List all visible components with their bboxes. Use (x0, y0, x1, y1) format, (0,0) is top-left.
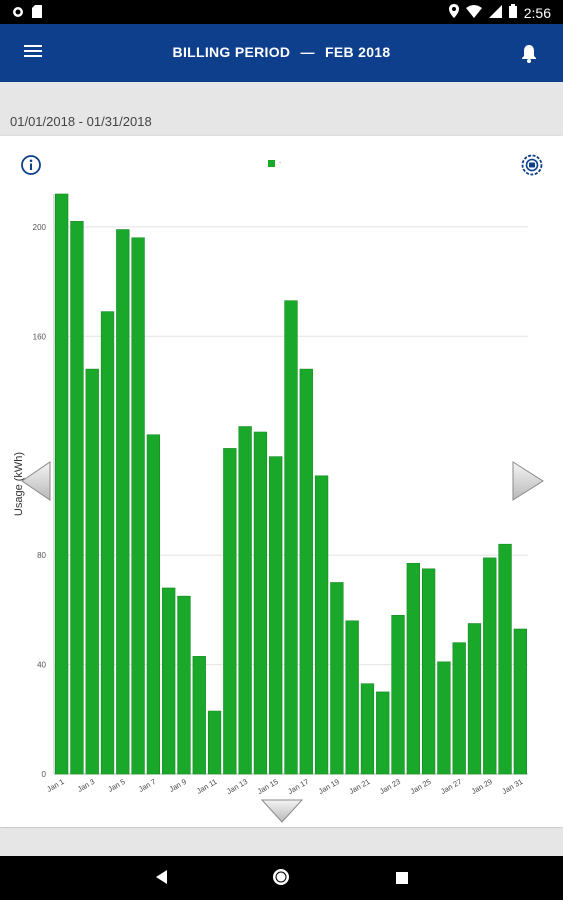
x-tick-label: Jan 31 (500, 777, 524, 796)
app-bar: BILLING PERIOD — FEB 2018 (0, 24, 563, 82)
bar[interactable] (54, 193, 69, 775)
x-tick-label: Jan 25 (409, 777, 433, 796)
bar[interactable] (360, 683, 375, 775)
bar[interactable] (116, 229, 130, 775)
settings-icon (520, 154, 544, 181)
usage-chart-card: 0 40 80 160 200 Usage (kWh) Jan 1 Jan 3 Jan 5 Jan… (0, 136, 563, 827)
x-tick-label: Jan 7 (137, 777, 157, 794)
bar[interactable] (498, 543, 512, 775)
chevron-left-icon[interactable] (21, 461, 51, 501)
bar[interactable] (345, 620, 359, 775)
bar[interactable] (146, 434, 161, 775)
x-tick-label: Jan 19 (317, 777, 341, 796)
legend-label: - (279, 160, 282, 167)
x-tick-label: Jan 5 (106, 777, 126, 794)
bar[interactable] (406, 563, 420, 775)
x-tick-label: Jan 27 (439, 777, 463, 796)
bar[interactable] (192, 656, 206, 775)
y-tick-label: 200 (33, 223, 47, 232)
info-button[interactable] (20, 154, 42, 176)
battery-icon (508, 4, 517, 21)
bell-icon (517, 45, 541, 69)
bar[interactable] (100, 311, 115, 775)
cell-signal-icon (488, 4, 502, 21)
bottom-strip (0, 828, 563, 856)
x-tick-label: Jan 11 (195, 777, 219, 796)
sd-card-icon (32, 5, 42, 23)
chart-settings-button[interactable] (520, 153, 544, 177)
bar[interactable] (238, 426, 252, 775)
x-tick-label: Jan 29 (470, 777, 494, 796)
bar[interactable] (253, 431, 268, 775)
chart-legend: - (268, 160, 281, 167)
info-icon (20, 155, 42, 180)
legend-swatch (268, 160, 275, 167)
bar[interactable] (391, 615, 405, 775)
bar[interactable] (513, 628, 528, 775)
bar[interactable] (483, 557, 497, 775)
x-tick-label: Jan 13 (225, 777, 249, 796)
chevron-right-icon[interactable] (512, 461, 544, 501)
title-period: FEB 2018 (325, 44, 391, 60)
bar[interactable] (70, 221, 84, 775)
x-tick-label: Jan 15 (256, 777, 280, 796)
title-separator: — (300, 44, 315, 60)
chevron-down-icon[interactable] (260, 799, 304, 823)
bar[interactable] (269, 456, 283, 775)
y-tick-label: 0 (42, 770, 47, 779)
page-title: BILLING PERIOD — FEB 2018 (0, 44, 563, 60)
notifications-button[interactable] (517, 41, 541, 65)
bar[interactable] (162, 587, 176, 775)
bar[interactable] (85, 368, 99, 775)
home-icon[interactable] (272, 868, 290, 891)
recents-icon[interactable] (396, 871, 408, 889)
clock-time: 2:56 (523, 4, 551, 21)
location-icon (448, 4, 459, 21)
date-range-row: 01/01/2018 - 01/31/2018 (0, 108, 563, 134)
bar[interactable] (376, 691, 390, 775)
x-tick-label: Jan 23 (378, 777, 402, 796)
y-tick-label: 40 (37, 661, 46, 670)
back-icon[interactable] (156, 870, 168, 889)
bar[interactable] (421, 568, 436, 775)
bar[interactable] (284, 300, 298, 775)
y-tick-label: 160 (33, 332, 47, 341)
bar[interactable] (131, 237, 145, 775)
bar[interactable] (177, 595, 191, 775)
x-tick-label: Jan 21 (347, 777, 371, 796)
bar[interactable] (437, 661, 451, 775)
date-range: 01/01/2018 - 01/31/2018 (10, 114, 152, 129)
title-label: BILLING PERIOD (172, 44, 291, 60)
bar[interactable] (299, 368, 313, 775)
y-tick-label: 80 (37, 551, 46, 560)
wifi-icon (465, 4, 482, 21)
notification-dot-icon (12, 5, 24, 23)
bar[interactable] (207, 710, 222, 775)
x-tick-label: Jan 3 (76, 777, 96, 794)
bar[interactable] (452, 642, 466, 775)
status-bar: 2:56 (0, 0, 563, 24)
system-nav-bar (0, 856, 563, 900)
bar[interactable] (223, 448, 237, 775)
x-tick-label: Jan 9 (168, 777, 188, 794)
usage-chart: 0 40 80 160 200 Usage (kWh) Jan 1 Jan 3 Jan 5 Jan… (13, 193, 544, 823)
x-tick-label: Jan 17 (286, 777, 310, 796)
bar[interactable] (314, 475, 329, 775)
bar[interactable] (330, 582, 344, 775)
x-tick-label: Jan 1 (45, 777, 65, 794)
y-axis-label: Usage (kWh) (13, 452, 25, 516)
bar[interactable] (467, 623, 482, 775)
